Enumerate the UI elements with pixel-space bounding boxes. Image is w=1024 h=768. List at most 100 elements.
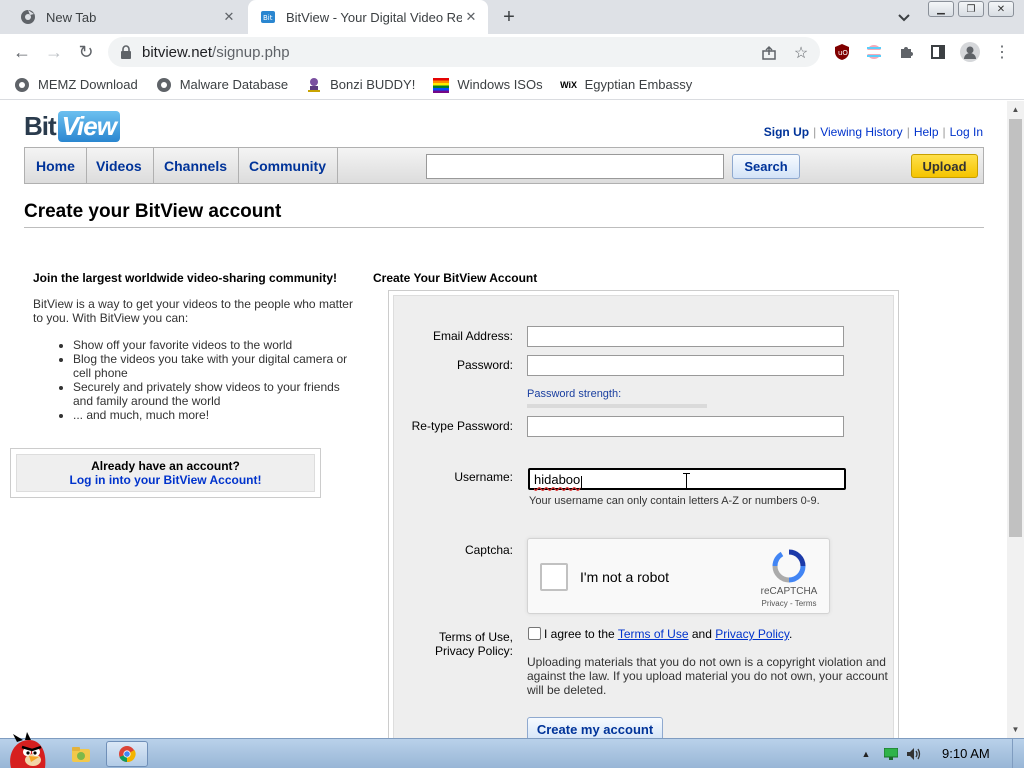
taskbar-clock[interactable]: 9:10 AM (942, 746, 990, 761)
title-divider (24, 227, 984, 228)
viewing-history-link[interactable]: Viewing History (820, 125, 902, 139)
bookmark-windows-isos[interactable]: Windows ISOs (433, 77, 543, 93)
chrome-icon (119, 746, 136, 763)
agree-terms-text: I agree to the Terms of Use and Privacy … (544, 627, 792, 641)
kebab-menu-icon[interactable]: ⋮ (992, 42, 1012, 62)
login-prompt-box: Already have an account? Log in into you… (10, 448, 321, 498)
agree-terms-checkbox[interactable] (528, 627, 541, 640)
back-arrow-icon[interactable]: ← (12, 42, 32, 62)
site-nav-bar: Home Videos Channels Community Search Up… (24, 147, 984, 184)
username-field[interactable]: hidaboo (528, 468, 846, 490)
bookmark-malware-database[interactable]: Malware Database (156, 77, 288, 93)
agree-prefix: I agree to the (544, 627, 618, 641)
text-caret (581, 476, 582, 489)
tray-expand-arrow-icon[interactable]: ▲ (858, 741, 874, 767)
list-item: Blog the videos you take with your digit… (73, 352, 353, 380)
bonzi-icon (306, 77, 322, 93)
bookmark-egyptian-embassy[interactable]: WiX Egyptian Embassy (560, 77, 692, 93)
reload-icon[interactable]: ↻ (76, 42, 96, 62)
restore-icon[interactable]: ❐ (958, 1, 984, 17)
create-account-button[interactable]: Create my account (527, 717, 663, 738)
scrollbar-thumb[interactable] (1009, 119, 1022, 537)
address-bar[interactable]: bitview.net/signup.php ☆ (108, 37, 820, 67)
minimize-icon[interactable]: ▁ (928, 1, 954, 17)
url-host: bitview.net (142, 44, 213, 61)
nav-home[interactable]: Home (25, 148, 87, 183)
page-scrollbar[interactable]: ▲ ▼ (1007, 101, 1024, 738)
username-value: hidaboo (534, 472, 581, 487)
list-item: Securely and privately show videos to yo… (73, 380, 353, 408)
recaptcha-privacy-terms[interactable]: Privacy - Terms (754, 599, 824, 608)
chevron-down-icon[interactable] (895, 8, 913, 26)
tab-title: BitView - Your Digital Video Re (286, 9, 462, 25)
show-desktop-button[interactable] (1012, 739, 1024, 768)
bookmark-star-icon[interactable]: ☆ (792, 44, 810, 62)
login-prompt-inner: Already have an account? Log in into you… (16, 454, 315, 492)
form-heading: Create Your BitView Account (373, 271, 538, 285)
bitview-logo[interactable]: Bit View (24, 109, 120, 143)
retype-password-label: Re-type Password: (411, 419, 513, 433)
share-icon[interactable] (760, 44, 778, 62)
help-link[interactable]: Help (914, 125, 939, 139)
bitview-favicon-icon: Bit (260, 9, 276, 25)
agree-period: . (789, 627, 793, 641)
nav-videos[interactable]: Videos (85, 148, 154, 183)
profile-avatar-icon[interactable] (960, 42, 980, 62)
explorer-folder-icon[interactable] (66, 741, 96, 767)
password-strength-meter (527, 404, 707, 408)
tab-bitview[interactable]: Bit BitView - Your Digital Video Re ✕ (248, 0, 488, 34)
log-in-link[interactable]: Log In (950, 125, 983, 139)
url-path: /signup.php (212, 44, 290, 61)
site-search-input[interactable] (426, 154, 724, 179)
bookmark-label: Bonzi BUDDY! (330, 77, 416, 92)
recaptcha-widget: I'm not a robot reCAPTCHA Privacy - Term… (527, 538, 830, 614)
terms-label: Terms of Use, Privacy Policy: (435, 630, 513, 658)
svg-text:Bit: Bit (263, 14, 273, 22)
email-field[interactable] (527, 326, 844, 347)
upload-button[interactable]: Upload (911, 154, 978, 178)
login-question: Already have an account? (91, 459, 240, 473)
sign-up-link[interactable]: Sign Up (764, 125, 809, 139)
terms-of-use-link[interactable]: Terms of Use (618, 627, 689, 641)
intro-text: BitView is a way to get your videos to t… (33, 297, 353, 325)
volume-tray-icon[interactable] (905, 741, 923, 767)
recaptcha-checkbox[interactable] (540, 563, 568, 591)
ibeam-cursor-icon (683, 473, 690, 489)
nav-community[interactable]: Community (238, 148, 338, 183)
search-button[interactable]: Search (732, 154, 800, 179)
ublock-icon[interactable]: uO (832, 42, 852, 62)
web-page: Bit View Sign Up | Viewing History | Help | Log… (0, 101, 1007, 738)
extensions-puzzle-icon[interactable] (896, 42, 916, 62)
new-tab-plus-icon[interactable]: + (498, 6, 520, 28)
bookmark-memz[interactable]: MEMZ Download (14, 77, 138, 93)
browser-toolbar: ← → ↻ bitview.net/signup.php ☆ uO ⋮ (0, 34, 1024, 70)
link-separator: | (906, 125, 910, 139)
scroll-down-arrow-icon[interactable]: ▼ (1007, 721, 1024, 738)
signup-form: Email Address: Password: Password streng… (393, 295, 894, 738)
feature-list: Show off your favorite videos to the wor… (33, 338, 353, 422)
svg-text:uO: uO (838, 49, 848, 57)
forward-arrow-icon[interactable]: → (44, 42, 64, 62)
email-label: Email Address: (432, 329, 513, 343)
pride-extension-icon[interactable] (864, 42, 884, 62)
scroll-up-arrow-icon[interactable]: ▲ (1007, 101, 1024, 118)
side-panel-icon[interactable] (928, 42, 948, 62)
password-field[interactable] (527, 355, 844, 376)
privacy-policy-link[interactable]: Privacy Policy (715, 627, 789, 641)
bookmark-bonzi-buddy[interactable]: Bonzi BUDDY! (306, 77, 415, 93)
start-button-angry-bird-icon[interactable] (2, 731, 50, 768)
close-window-icon[interactable]: ✕ (988, 1, 1014, 17)
username-hint: Your username can only contain letters A… (529, 495, 820, 507)
password-label: Password: (456, 358, 513, 372)
tab-close-icon[interactable]: ✕ (220, 8, 238, 26)
nav-channels[interactable]: Channels (153, 148, 240, 183)
tab-close-icon[interactable]: ✕ (462, 8, 480, 26)
taskbar-chrome-button[interactable] (106, 741, 148, 767)
login-account-link[interactable]: Log in into your BitView Account! (17, 473, 314, 487)
retype-password-field[interactable] (527, 416, 844, 437)
tab-new-tab[interactable]: New Tab ✕ (8, 0, 246, 34)
window-controls: ▁ ❐ ✕ (928, 1, 1018, 17)
lock-icon (120, 45, 132, 59)
network-tray-icon[interactable] (882, 741, 900, 767)
intro-column: Join the largest worldwide video-sharing… (33, 271, 353, 422)
